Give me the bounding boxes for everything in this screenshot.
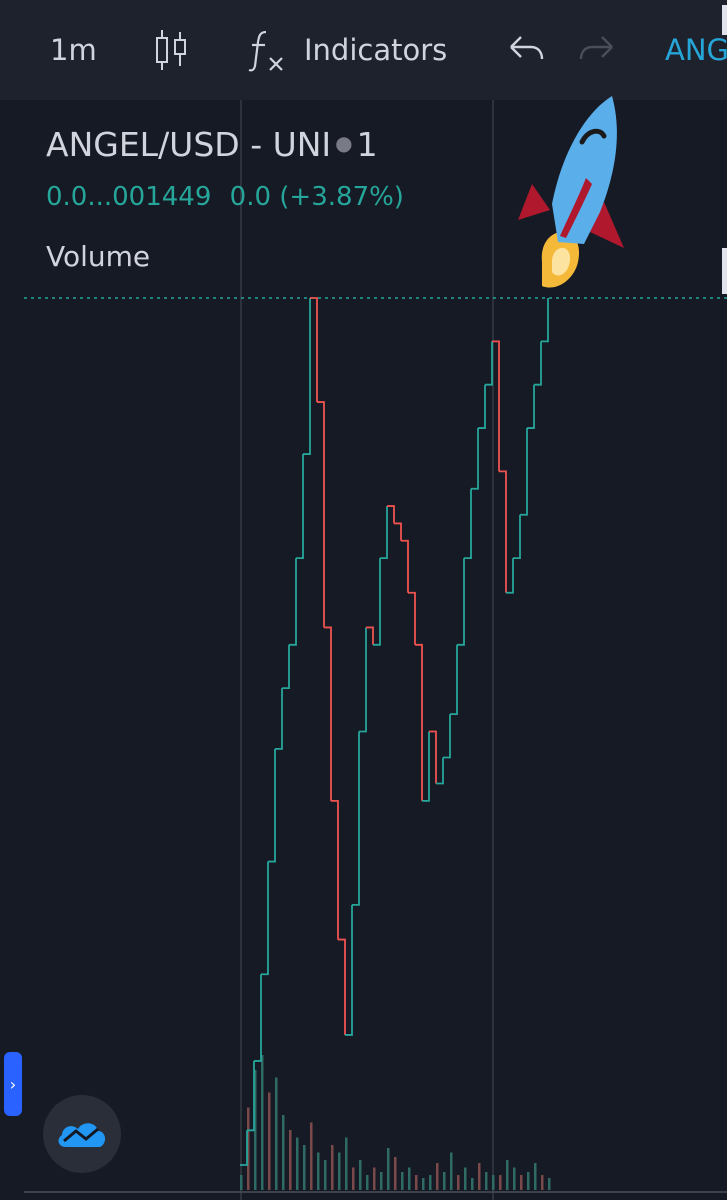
price-segment bbox=[450, 644, 458, 716]
price-segment bbox=[415, 643, 423, 801]
volume-bar bbox=[373, 1167, 376, 1190]
chevron-right-icon: › bbox=[9, 1074, 17, 1094]
price-segment bbox=[324, 626, 332, 801]
price-segment bbox=[352, 731, 360, 906]
price-scale-marker bbox=[722, 248, 727, 294]
price-segment bbox=[464, 488, 472, 559]
volume-bar bbox=[380, 1172, 383, 1190]
volume-bar bbox=[310, 1122, 313, 1190]
price-segment bbox=[268, 748, 276, 863]
volume-bar bbox=[352, 1167, 355, 1190]
volume-bar bbox=[401, 1172, 404, 1190]
volume-bar bbox=[303, 1145, 306, 1190]
volume-bar bbox=[359, 1160, 362, 1190]
volume-bar bbox=[387, 1148, 390, 1190]
volume-bar bbox=[548, 1178, 551, 1190]
volume-bar bbox=[261, 1055, 264, 1190]
price-change: 0.0 (+3.87%) bbox=[229, 182, 404, 212]
volume-bar bbox=[464, 1167, 467, 1190]
side-panel-toggle[interactable]: › bbox=[4, 1052, 22, 1116]
volume-bar bbox=[296, 1137, 299, 1190]
price-segment bbox=[527, 384, 535, 429]
price-segment bbox=[380, 506, 388, 559]
volume-bar bbox=[345, 1137, 348, 1190]
volume-bar bbox=[492, 1175, 495, 1190]
volume-bar bbox=[534, 1163, 537, 1190]
price-segment bbox=[534, 341, 542, 386]
volume-bar bbox=[457, 1175, 460, 1190]
price-segment bbox=[401, 539, 409, 593]
price-segment bbox=[457, 558, 465, 646]
volume-bar bbox=[282, 1115, 285, 1190]
volume-bar bbox=[541, 1175, 544, 1190]
volume-bar bbox=[408, 1167, 411, 1190]
volume-bar bbox=[415, 1175, 418, 1190]
price-segment bbox=[478, 384, 486, 429]
volume-bar bbox=[506, 1160, 509, 1190]
price-segment bbox=[520, 428, 528, 516]
price-segment bbox=[303, 298, 311, 455]
price-segment bbox=[310, 297, 318, 403]
rocket-emoji-icon bbox=[518, 96, 624, 288]
price-segment bbox=[254, 974, 262, 1062]
price-segment bbox=[541, 298, 549, 343]
volume-bar bbox=[422, 1178, 425, 1190]
volume-bar bbox=[499, 1175, 502, 1190]
volume-bar bbox=[275, 1077, 278, 1190]
price-segment bbox=[387, 505, 395, 524]
price-segment bbox=[429, 730, 437, 784]
price-segment bbox=[317, 401, 325, 628]
volume-bar bbox=[394, 1157, 397, 1190]
price-segment bbox=[485, 341, 493, 386]
volume-bars bbox=[240, 1055, 551, 1190]
price-segment bbox=[499, 470, 507, 593]
price-legend: 0.0...001449 0.0 (+3.87%) bbox=[46, 182, 404, 212]
volume-bar bbox=[513, 1167, 516, 1190]
price-segment bbox=[513, 514, 521, 559]
price-segment bbox=[289, 558, 297, 646]
price-segment bbox=[506, 558, 514, 594]
price-segment bbox=[345, 904, 353, 1036]
price-segment bbox=[296, 454, 304, 559]
price-series bbox=[240, 297, 549, 1166]
volume-legend[interactable]: Volume bbox=[46, 240, 150, 273]
price-segment bbox=[373, 558, 381, 646]
volume-bar bbox=[429, 1175, 432, 1190]
volume-bar bbox=[324, 1160, 327, 1190]
price-segment bbox=[408, 591, 416, 645]
price-segment bbox=[422, 731, 430, 802]
volume-bar bbox=[338, 1152, 341, 1190]
volume-bar bbox=[478, 1163, 481, 1190]
symbol-title: ANGEL/USD - UNI bbox=[46, 125, 332, 164]
price-segment bbox=[331, 799, 339, 940]
volume-bar bbox=[317, 1152, 320, 1190]
price-segment bbox=[338, 938, 346, 1035]
price-segment bbox=[436, 757, 444, 785]
volume-bar bbox=[471, 1178, 474, 1190]
volume-bar bbox=[520, 1175, 523, 1190]
tradingview-logo-button[interactable] bbox=[43, 1095, 121, 1173]
volume-bar bbox=[450, 1152, 453, 1190]
volume-bar bbox=[366, 1175, 369, 1190]
price-segment bbox=[275, 688, 283, 750]
volume-bar bbox=[527, 1172, 530, 1190]
volume-bar bbox=[443, 1172, 446, 1190]
price-segment bbox=[443, 714, 451, 759]
volume-bar bbox=[289, 1130, 292, 1190]
price-segment bbox=[471, 428, 479, 490]
volume-bar bbox=[331, 1145, 334, 1190]
volume-bar bbox=[436, 1163, 439, 1190]
legend-interval: 1 bbox=[356, 125, 378, 164]
tradingview-cloud-icon bbox=[58, 1123, 106, 1147]
symbol-legend[interactable]: ANGEL/USD - UNI ● 1 bbox=[46, 125, 378, 164]
volume-bar bbox=[485, 1172, 488, 1190]
price-segment bbox=[394, 522, 402, 541]
volume-bar bbox=[268, 1092, 271, 1190]
price-segment bbox=[261, 861, 269, 976]
price-segment bbox=[359, 627, 367, 733]
price-segment bbox=[366, 626, 374, 645]
volume-bar bbox=[240, 1175, 243, 1190]
last-price: 0.0...001449 bbox=[46, 182, 212, 212]
price-segment bbox=[282, 644, 290, 690]
